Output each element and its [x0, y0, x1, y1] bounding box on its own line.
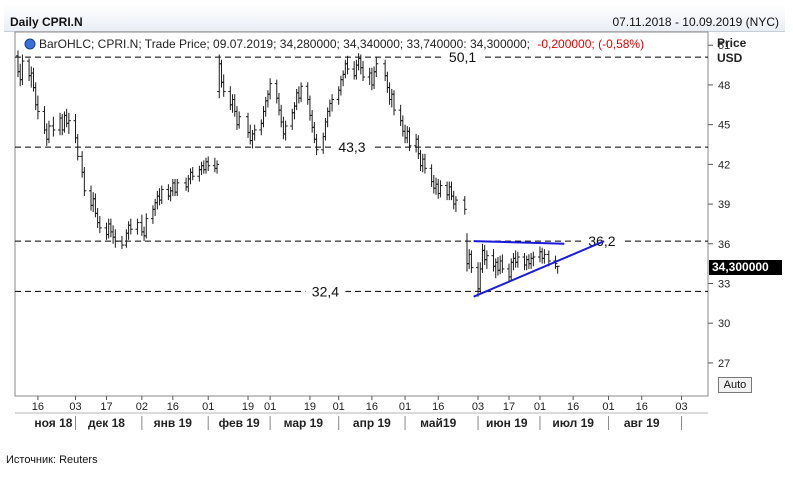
- series-legend: BarOHLC; CPRI.N; Trade Price; 09.07.2019…: [24, 37, 644, 51]
- month-label: апр 19: [353, 416, 391, 430]
- day-tick-label: 03: [472, 401, 484, 413]
- last-price-tag: 34,300000: [709, 260, 782, 275]
- price-tick-label: 36: [718, 239, 730, 251]
- price-axis-unit: USD: [717, 51, 743, 65]
- legend-text-change: -0,200000; (-0,58%): [537, 37, 644, 51]
- day-tick-label: 01: [264, 401, 276, 413]
- day-tick-label: 01: [602, 401, 614, 413]
- day-tick-label: 02: [136, 401, 148, 413]
- day-tick-label: 19: [242, 401, 254, 413]
- day-tick-label: 16: [636, 401, 648, 413]
- chart-canvas[interactable]: BarOHLC; CPRI.N; Trade Price; 09.07.2019…: [0, 0, 793, 480]
- day-tick-label: 03: [675, 401, 687, 413]
- day-tick-label: 01: [333, 401, 345, 413]
- month-label: фев 19: [219, 416, 260, 430]
- day-tick-label: 17: [100, 401, 112, 413]
- day-tick-label: 03: [69, 401, 81, 413]
- price-tick-label: 51: [718, 40, 730, 52]
- price-tick-label: 42: [718, 159, 730, 171]
- day-tick-label: 16: [567, 401, 579, 413]
- level-label: 50,1: [449, 49, 476, 65]
- plot-area[interactable]: [14, 31, 709, 397]
- day-tick-label: 19: [304, 401, 316, 413]
- price-tick-label: 30: [718, 318, 730, 330]
- day-tick-label: 16: [366, 401, 378, 413]
- month-label: мар 19: [284, 416, 324, 430]
- level-label: 43,3: [338, 139, 365, 155]
- auto-scale-button[interactable]: Auto: [718, 377, 752, 393]
- month-label: июн 19: [486, 416, 528, 430]
- month-label: авг 19: [624, 416, 660, 430]
- time-axis[interactable]: 16 03 17 02 16 01 19 01 19 01 16 01 16 03 17 01 16 01 16 03…: [15, 396, 708, 430]
- legend-text: BarOHLC; CPRI.N; Trade Price; 09.07.2019…: [39, 37, 644, 51]
- price-tick-label: 39: [718, 199, 730, 211]
- month-label: ноя 18: [34, 416, 72, 430]
- month-label: июл 19: [552, 416, 594, 430]
- month-label: дек 18: [88, 416, 125, 430]
- price-tick-label: 33: [718, 278, 730, 290]
- level-label: 32,4: [312, 283, 339, 299]
- month-label: май19: [420, 416, 456, 430]
- day-tick-label: 16: [32, 401, 44, 413]
- day-tick-label: 01: [202, 401, 214, 413]
- price-tick-label: 48: [718, 80, 730, 92]
- month-label: янв 19: [154, 416, 193, 430]
- day-tick-label: 01: [399, 401, 411, 413]
- legend-series-icon: [24, 38, 36, 50]
- price-axis-ticks: 27 30 33 36 39 42 45 48 51: [708, 40, 730, 370]
- day-tick-label: 16: [167, 401, 179, 413]
- day-tick-label: 17: [503, 401, 515, 413]
- price-tick-label: 27: [718, 358, 730, 370]
- source-note: Источник: Reuters: [6, 454, 98, 466]
- day-tick-label: 01: [534, 401, 546, 413]
- price-axis[interactable]: Price USD 273033363942454851: [707, 32, 747, 396]
- day-tick-label: 16: [432, 401, 444, 413]
- price-tick-label: 45: [718, 120, 730, 132]
